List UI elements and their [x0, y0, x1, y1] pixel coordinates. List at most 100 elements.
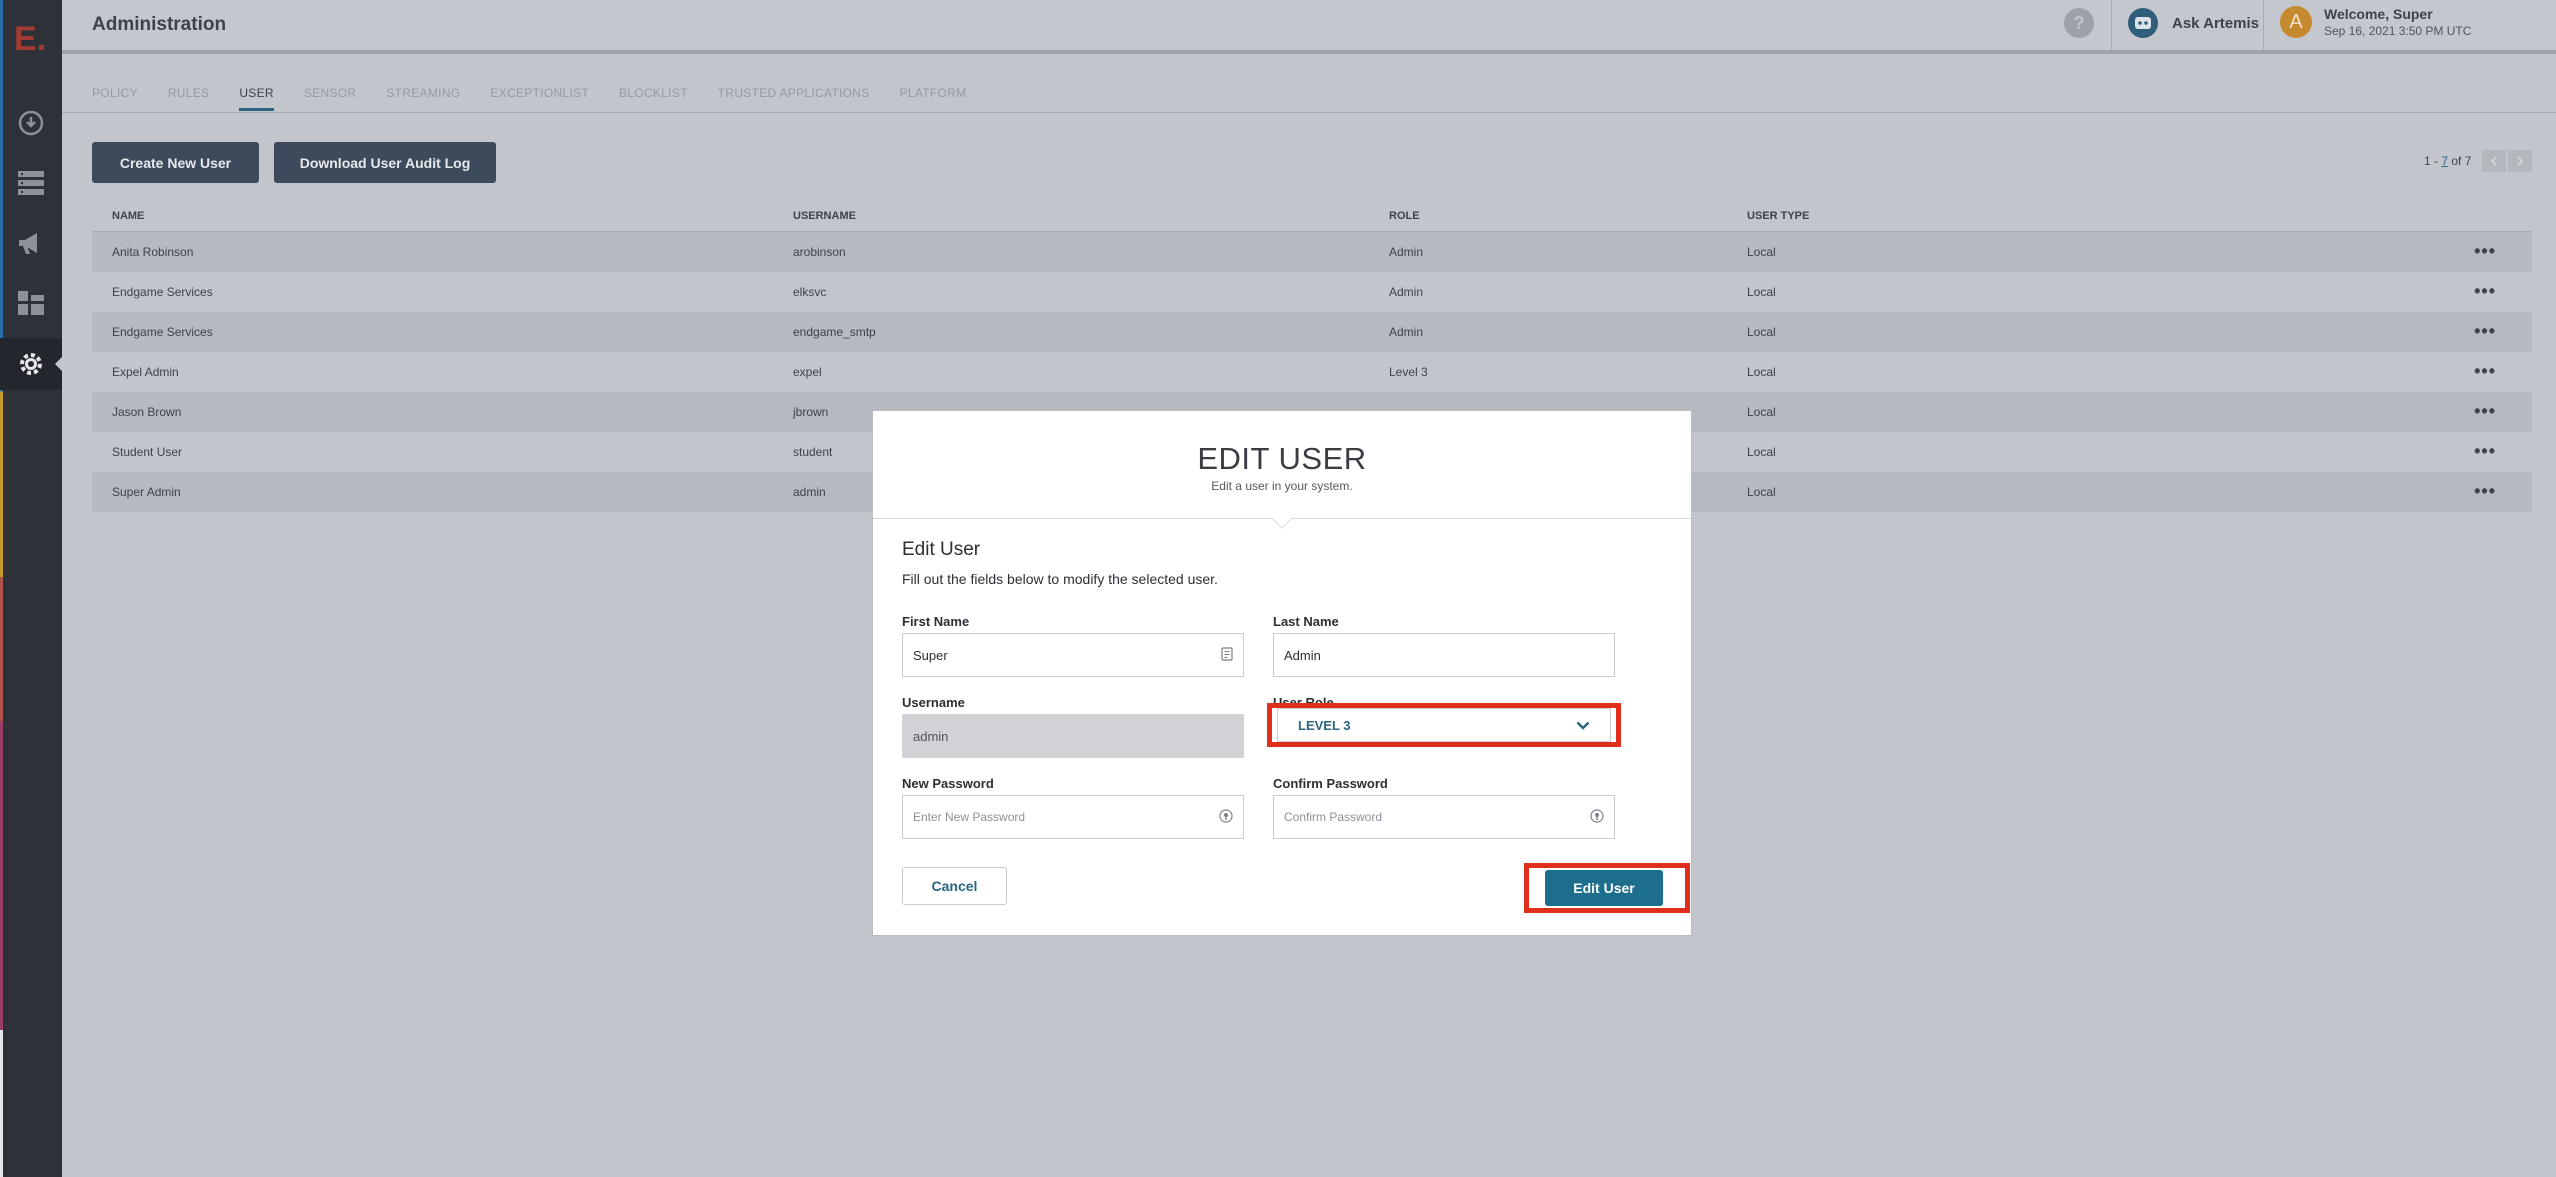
cell-role: Admin: [1389, 245, 1424, 259]
cell-username: endgame_smtp: [793, 325, 876, 339]
table-row[interactable]: Anita Robinson arobinson Admin Local •••: [92, 232, 2532, 272]
pager-suffix: of 7: [2448, 154, 2472, 168]
cell-username: admin: [793, 485, 826, 499]
rail-color-stripe: [0, 0, 3, 1030]
cell-username: elksvc: [793, 285, 827, 299]
tabs-divider: [62, 112, 2556, 113]
page-title: Administration: [92, 14, 227, 35]
header-divider: [2111, 0, 2112, 50]
show-password-icon[interactable]: [1590, 808, 1604, 826]
dashboard-tiles-icon[interactable]: [16, 288, 46, 318]
cell-name: Jason Brown: [112, 405, 182, 419]
left-nav-rail: E.: [0, 0, 63, 1177]
user-menu[interactable]: A Welcome, Super Sep 16, 2021 3:50 PM UT…: [2280, 6, 2471, 38]
cell-role: Admin: [1389, 325, 1424, 339]
user-role-select[interactable]: LEVEL 3: [1277, 708, 1611, 742]
row-menu-icon[interactable]: •••: [2474, 241, 2496, 262]
form-description: Fill out the fields below to modify the …: [902, 571, 1218, 587]
modal-title: EDIT USER: [1197, 441, 1367, 476]
column-header-name[interactable]: NAME: [112, 210, 144, 222]
cell-username: expel: [793, 365, 822, 379]
contact-card-icon: [1221, 646, 1233, 664]
cell-user-type: Local: [1747, 445, 1776, 459]
help-icon[interactable]: ?: [2064, 8, 2094, 38]
last-name-label: Last Name: [1273, 614, 1339, 629]
user-role-value: LEVEL 3: [1298, 717, 1351, 733]
chatbot-icon: [2128, 8, 2158, 38]
first-name-field[interactable]: Super: [902, 633, 1244, 677]
cancel-button[interactable]: Cancel: [902, 867, 1007, 905]
row-menu-icon[interactable]: •••: [2474, 281, 2496, 302]
rail-item-settings-active[interactable]: [0, 338, 63, 390]
cell-user-type: Local: [1747, 245, 1776, 259]
tab-user[interactable]: USER: [239, 86, 274, 111]
ask-artemis-label: Ask Artemis: [2172, 14, 2259, 32]
table-row[interactable]: Endgame Services elksvc Admin Local •••: [92, 272, 2532, 312]
new-password-label: New Password: [902, 776, 994, 791]
tab-rules[interactable]: RULES: [168, 86, 210, 111]
last-name-value: Admin: [1284, 647, 1321, 663]
username-field: admin: [902, 714, 1244, 758]
modal-subtitle: Edit a user in your system.: [1211, 479, 1353, 493]
form-title: Edit User: [902, 539, 981, 560]
cell-username: jbrown: [793, 405, 829, 419]
new-password-field[interactable]: Enter New Password: [902, 795, 1244, 839]
cell-username: student: [793, 445, 833, 459]
server-stack-icon[interactable]: [16, 168, 46, 198]
rail-bottom-stripe: [0, 1030, 3, 1177]
chevron-right-icon: [2517, 156, 2524, 166]
last-name-field[interactable]: Admin: [1273, 633, 1615, 677]
download-audit-log-button[interactable]: Download User Audit Log: [274, 142, 496, 183]
table-header: NAME USERNAME ROLE USER TYPE: [92, 204, 2532, 232]
cell-name: Expel Admin: [112, 365, 179, 379]
cell-name: Student User: [112, 445, 183, 459]
admin-tabs: POLICY RULES USER SENSOR STREAMING EXCEP…: [92, 86, 996, 111]
cell-user-type: Local: [1747, 485, 1776, 499]
pager-prefix: 1 -: [2424, 154, 2442, 168]
edit-user-submit-button[interactable]: Edit User: [1545, 870, 1663, 906]
tab-platform[interactable]: PLATFORM: [900, 86, 967, 111]
tab-trusted-applications[interactable]: TRUSTED APPLICATIONS: [718, 86, 870, 111]
cell-role: Level 3: [1389, 365, 1428, 379]
row-menu-icon[interactable]: •••: [2474, 401, 2496, 422]
cell-name: Anita Robinson: [112, 245, 194, 259]
welcome-text: Welcome, Super: [2324, 6, 2433, 22]
tab-blocklist[interactable]: BLOCKLIST: [619, 86, 688, 111]
cell-user-type: Local: [1747, 405, 1776, 419]
row-menu-icon[interactable]: •••: [2474, 441, 2496, 462]
cell-name: Endgame Services: [112, 325, 213, 339]
cell-name: Super Admin: [112, 485, 181, 499]
header-timestamp: Sep 16, 2021 3:50 PM UTC: [2324, 24, 2472, 38]
tab-sensor[interactable]: SENSOR: [304, 86, 356, 111]
next-page-button[interactable]: [2508, 150, 2532, 172]
gear-icon[interactable]: [16, 349, 46, 379]
column-header-username[interactable]: USERNAME: [793, 210, 856, 222]
confirm-password-field[interactable]: Confirm Password: [1273, 795, 1615, 839]
megaphone-icon[interactable]: [16, 228, 46, 258]
modal-header-notch: [1272, 509, 1292, 529]
avatar: A: [2280, 6, 2312, 38]
row-menu-icon[interactable]: •••: [2474, 321, 2496, 342]
row-menu-icon[interactable]: •••: [2474, 361, 2496, 382]
ask-artemis-button[interactable]: Ask Artemis: [2128, 8, 2259, 38]
tab-exceptionlist[interactable]: EXCEPTIONLIST: [490, 86, 589, 111]
column-header-role[interactable]: ROLE: [1389, 210, 1420, 222]
tab-streaming[interactable]: STREAMING: [386, 86, 460, 111]
confirm-password-label: Confirm Password: [1273, 776, 1388, 791]
new-password-placeholder: Enter New Password: [913, 810, 1026, 824]
table-row[interactable]: Endgame Services endgame_smtp Admin Loca…: [92, 312, 2532, 352]
cell-user-type: Local: [1747, 285, 1776, 299]
modal-header: EDIT USER Edit a user in your system.: [873, 411, 1691, 529]
table-row[interactable]: Expel Admin expel Level 3 Local •••: [92, 352, 2532, 392]
row-menu-icon[interactable]: •••: [2474, 481, 2496, 502]
prev-page-button[interactable]: [2482, 150, 2506, 172]
app-logo[interactable]: E.: [14, 20, 46, 59]
download-circle-icon[interactable]: [16, 108, 46, 138]
create-new-user-button[interactable]: Create New User: [92, 142, 259, 183]
active-caret: [55, 356, 63, 372]
top-bar: Administration ? Ask Artemis A Welcome, …: [62, 0, 2556, 54]
show-password-icon[interactable]: [1219, 808, 1233, 826]
column-header-user-type[interactable]: USER TYPE: [1747, 210, 1809, 222]
tab-policy[interactable]: POLICY: [92, 86, 138, 111]
pagination-status: 1 - 7 of 7: [2424, 154, 2471, 168]
